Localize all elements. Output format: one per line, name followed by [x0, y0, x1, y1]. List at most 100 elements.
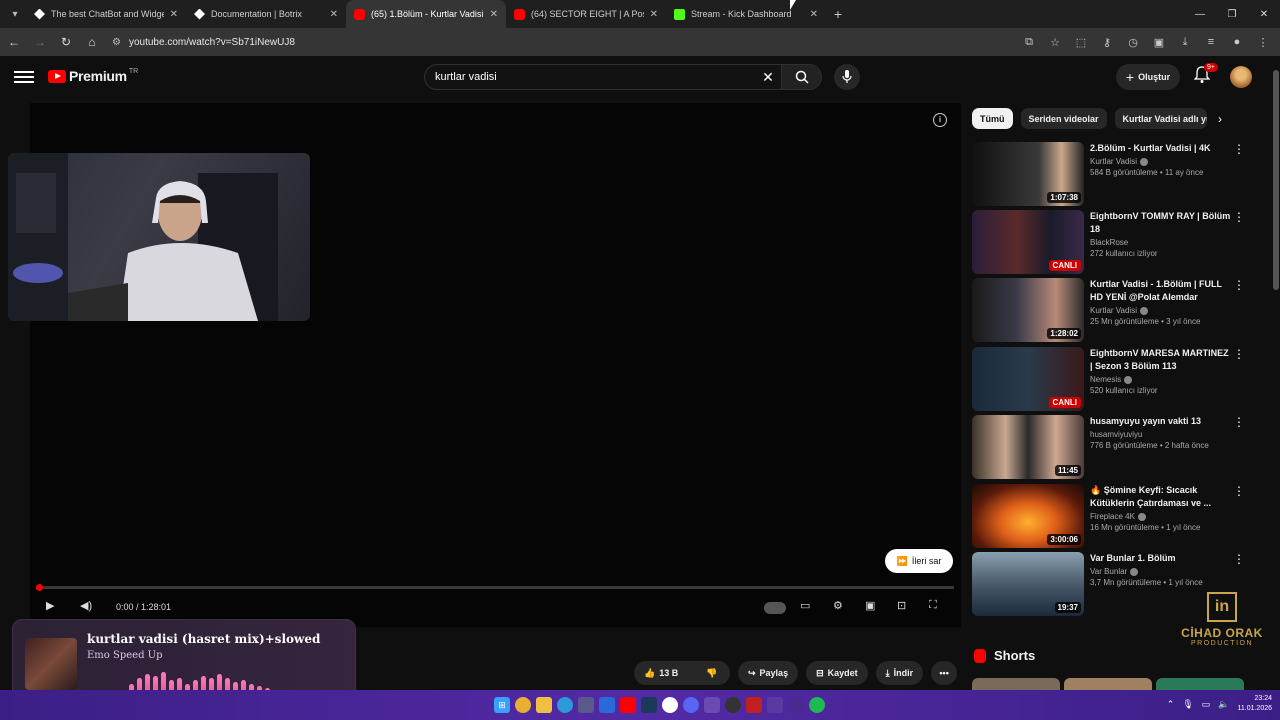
browser-tab[interactable]: Documentation | Botrix ✕ — [186, 0, 346, 28]
url-field[interactable]: ⚙ youtube.com/watch?v=Sb71iNewUJ8 — [112, 31, 1012, 53]
tab-close-icon[interactable]: ✕ — [170, 9, 178, 20]
video-thumbnail[interactable]: 1:07:38 — [972, 142, 1084, 206]
more-vertical-icon[interactable]: ⋮ — [1233, 211, 1245, 223]
maximize-icon[interactable]: ❐ — [1216, 0, 1248, 28]
chip-all[interactable]: Tümü — [972, 108, 1013, 129]
more-vertical-icon[interactable]: ⋮ — [1233, 143, 1245, 155]
windows-start-icon[interactable]: ⊞ — [494, 697, 510, 713]
video-title[interactable]: 🔥 Şömine Keyfi: Sıcacık Kütüklerin Çatır… — [1090, 484, 1232, 510]
app-icon[interactable] — [746, 697, 762, 713]
key-icon[interactable]: ⚷ — [1096, 30, 1118, 54]
install-app-icon[interactable]: ⧉ — [1018, 30, 1040, 54]
more-vertical-icon[interactable]: ⋮ — [1233, 348, 1245, 360]
chip-series[interactable]: Seriden videolar — [1020, 108, 1107, 129]
account-avatar[interactable] — [1230, 66, 1252, 88]
store-icon[interactable] — [578, 697, 594, 713]
site-info-icon[interactable]: ⚙ — [112, 37, 121, 48]
forward-icon[interactable]: → — [28, 30, 52, 54]
channel-name[interactable]: Fireplace 4K — [1090, 512, 1135, 521]
browser-tab-active[interactable]: (65) 1.Bölüm - Kurtlar Vadisi | 4K ✕ — [346, 0, 506, 28]
tab-close-icon[interactable]: ✕ — [490, 9, 498, 20]
scrubber-handle[interactable] — [36, 584, 43, 591]
video-title[interactable]: 2.Bölüm - Kurtlar Vadisi | 4K — [1090, 142, 1232, 155]
autoplay-toggle[interactable] — [764, 602, 786, 614]
video-title[interactable]: Kurtlar Vadisi - 1.Bölüm | FULL HD YENİ … — [1090, 278, 1232, 304]
youtube-logo[interactable]: Premium TR — [48, 68, 138, 84]
app-icon[interactable] — [599, 697, 615, 713]
reload-icon[interactable]: ↻ — [54, 30, 78, 54]
browser-tab[interactable]: (64) SECTOR EIGHT | A Post Apocalyptic ✕ — [506, 0, 666, 28]
tab-close-icon[interactable]: ✕ — [330, 9, 338, 20]
new-tab-icon[interactable]: + — [826, 6, 850, 22]
app-icon[interactable] — [788, 697, 804, 713]
page-scrollbar[interactable] — [1272, 60, 1280, 690]
more-vertical-icon[interactable]: ⋮ — [1233, 279, 1245, 291]
file-explorer-icon[interactable] — [536, 697, 552, 713]
browser-tab[interactable]: Stream - Kick Dashboard ✕ — [666, 0, 826, 28]
miniplayer-icon[interactable]: ▣ — [865, 599, 875, 612]
more-vertical-icon[interactable]: ⋮ — [1233, 553, 1245, 565]
channel-name[interactable]: Var Bunlar — [1090, 567, 1127, 576]
more-actions-button[interactable]: ••• — [931, 661, 958, 685]
fullscreen-icon[interactable]: ⛶ — [929, 599, 937, 612]
recommendation-item[interactable]: 1:28:02 Kurtlar Vadisi - 1.Bölüm | FULL … — [972, 278, 1252, 344]
skip-forward-button[interactable]: ⏩ İleri sar — [885, 549, 953, 573]
obs-icon[interactable] — [725, 697, 741, 713]
app-icon[interactable] — [662, 697, 678, 713]
tab-close-icon[interactable]: ✕ — [650, 9, 658, 20]
progress-bar[interactable] — [36, 584, 954, 591]
search-button[interactable] — [781, 65, 821, 89]
chevron-right-icon[interactable]: › — [1218, 112, 1222, 126]
browser-menu-icon[interactable]: ⋮ — [1252, 30, 1274, 54]
more-vertical-icon[interactable]: ⋮ — [1233, 416, 1245, 428]
like-button[interactable]: 👍 13 B — [634, 661, 694, 685]
dislike-button[interactable]: 👎 — [694, 661, 730, 685]
chrome-icon[interactable] — [515, 697, 531, 713]
bookmark-star-icon[interactable]: ☆ — [1044, 30, 1066, 54]
subtitles-icon[interactable]: ▭ — [800, 599, 810, 612]
download-icon[interactable]: ⤓ — [1174, 30, 1196, 54]
history-icon[interactable]: ◷ — [1122, 30, 1144, 54]
channel-name[interactable]: BlackRose — [1090, 238, 1128, 247]
tab-close-icon[interactable]: ✕ — [810, 9, 818, 20]
hamburger-menu-icon[interactable] — [14, 68, 34, 84]
video-thumbnail[interactable]: 19:37 — [972, 552, 1084, 616]
video-title[interactable]: EightbornV MARESA MARTINEZ | Sezon 3 Böl… — [1090, 347, 1232, 373]
create-button[interactable]: + Oluştur — [1116, 64, 1180, 90]
app-icon[interactable] — [767, 697, 783, 713]
notifications-button[interactable]: 9+ — [1193, 63, 1218, 88]
save-button[interactable]: ⊟ Kaydet — [806, 661, 868, 685]
play-icon[interactable]: ▶ — [46, 599, 54, 612]
recommendation-item[interactable]: CANLI EightbornV MARESA MARTINEZ | Sezon… — [972, 347, 1252, 413]
microphone-tray-icon[interactable]: 🎙 — [1182, 699, 1193, 710]
video-thumbnail[interactable]: CANLI — [972, 210, 1084, 274]
browser-tab[interactable]: The best ChatBot and Widgets ✕ — [26, 0, 186, 28]
recommendation-item[interactable]: CANLI EightbornV TOMMY RAY | Bölüm 18 Bl… — [972, 210, 1252, 276]
close-window-icon[interactable]: ✕ — [1248, 0, 1280, 28]
clock[interactable]: 23:24 11.01.2026 — [1237, 694, 1272, 714]
download-button[interactable]: ⤓ İndir — [875, 661, 924, 685]
chevron-up-icon[interactable]: ⌃ — [1167, 699, 1175, 710]
discord-icon[interactable] — [683, 697, 699, 713]
scrollbar-thumb[interactable] — [1273, 70, 1279, 290]
more-vertical-icon[interactable]: ⋮ — [1233, 485, 1245, 497]
video-thumbnail[interactable]: CANLI — [972, 347, 1084, 411]
search-input[interactable] — [425, 71, 755, 83]
channel-name[interactable]: Nemesis — [1090, 375, 1121, 384]
back-icon[interactable]: ← — [2, 30, 26, 54]
youtube-app-icon[interactable] — [620, 697, 636, 713]
recommendation-item[interactable]: 11:45 husamyuyu yayın vakti 13 husamviyu… — [972, 415, 1252, 481]
channel-name[interactable]: Kurtlar Vadisi — [1090, 306, 1137, 315]
speaker-icon[interactable]: 🔈 — [1218, 699, 1229, 710]
minimize-icon[interactable]: — — [1184, 0, 1216, 28]
volume-icon[interactable]: ◀) — [80, 599, 92, 612]
video-thumbnail[interactable]: 1:28:02 — [972, 278, 1084, 342]
settings-gear-icon[interactable]: ⚙ — [833, 599, 843, 612]
steam-icon[interactable] — [641, 697, 657, 713]
chip-uploader[interactable]: Kurtlar Vadisi adlı yük — [1114, 108, 1207, 129]
video-title[interactable]: husamyuyu yayın vakti 13 — [1090, 415, 1232, 428]
share-button[interactable]: ↪ Paylaş — [738, 661, 799, 685]
video-title[interactable]: EightbornV TOMMY RAY | Bölüm 18 — [1090, 210, 1232, 236]
video-thumbnail[interactable]: 11:45 — [972, 415, 1084, 479]
recommendation-item[interactable]: 1:07:38 2.Bölüm - Kurtlar Vadisi | 4K Ku… — [972, 142, 1252, 208]
